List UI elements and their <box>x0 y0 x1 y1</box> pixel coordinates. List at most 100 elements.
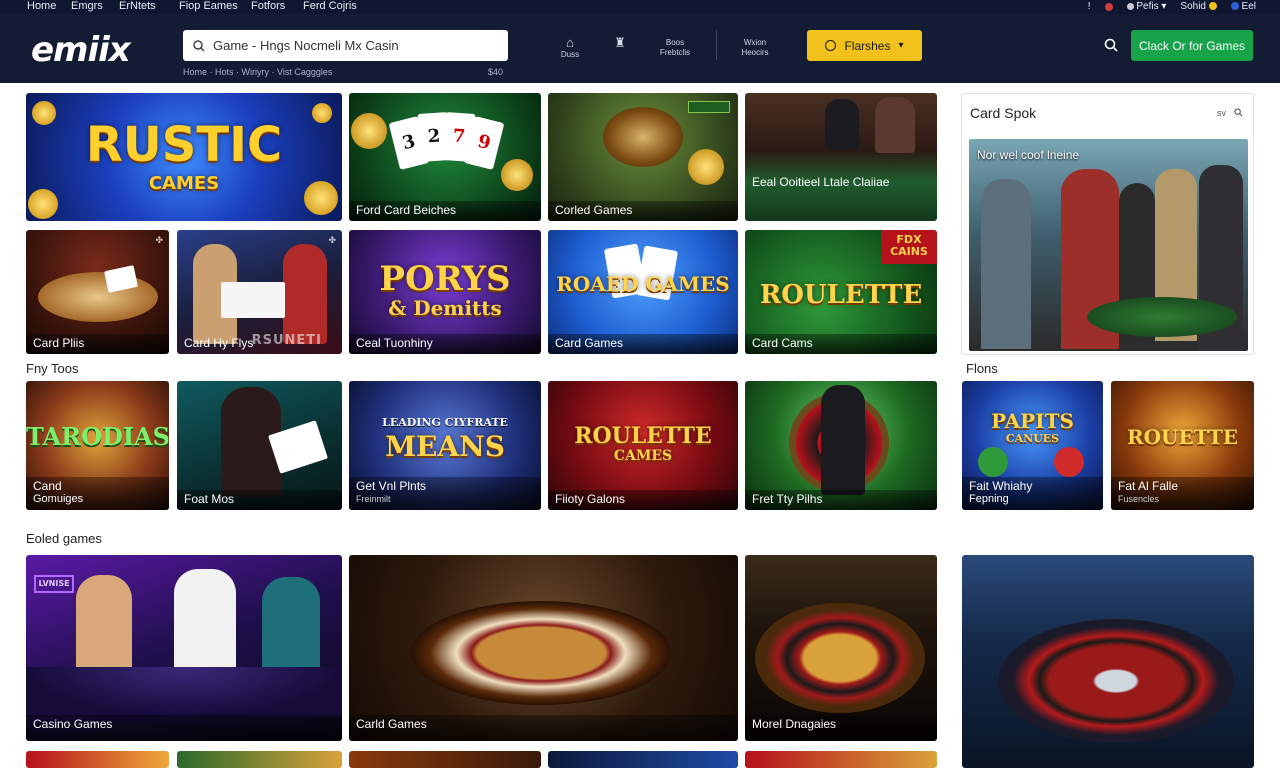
game-tile-rouette[interactable]: ROUETTE Fat Al Falle Fusencles <box>1111 381 1254 510</box>
breadcrumb-count: $40 <box>488 67 504 77</box>
favorite-icon[interactable]: ✤ <box>155 235 163 246</box>
tile-caption: Card Games <box>548 334 738 354</box>
game-tile-roulette-green[interactable]: FDX CAINS ROULETTE Card Cams <box>745 230 937 354</box>
tile-caption: Card Hy Flys <box>184 336 254 350</box>
search-icon <box>193 39 205 52</box>
header-divider <box>716 30 717 60</box>
flag-icon[interactable] <box>1104 2 1113 11</box>
promo-button[interactable]: Flarshes ▾ <box>807 30 922 61</box>
game-tile-rustic[interactable]: RUSTIC CAMES <box>26 93 342 221</box>
tile-caption: Fret Tty Pilhs <box>745 490 937 510</box>
globe-icon <box>1126 2 1134 10</box>
top-link-5[interactable]: Fotfors <box>251 0 303 13</box>
tile-art <box>177 751 342 768</box>
panel-image-caption: Nor wel coof lneine <box>977 148 1080 162</box>
cta-button[interactable]: Clack Or for Games <box>1131 30 1253 61</box>
tile-title: TARODIAS <box>26 422 169 451</box>
panel-title: Card Spok <box>970 105 1037 121</box>
nav-home-label: Duss <box>560 50 580 59</box>
game-tile-tarodias[interactable]: TARODIAS Cand Gomuiges <box>26 381 169 510</box>
game-tile-card-games[interactable]: ROAED GAMES Card Games <box>548 230 738 354</box>
game-tile-live-casino[interactable]: Eeal Ooitieel Ltale Claiiae <box>745 93 937 221</box>
tile-caption: Fait Whiahy Fepning <box>962 477 1103 510</box>
game-tile-corled-games[interactable]: Corled Games <box>548 93 738 221</box>
search-input[interactable] <box>213 38 493 53</box>
tile-caption-sub: Fusencles <box>1118 494 1160 504</box>
tile-caption-text: Fat Al Falle <box>1118 479 1179 493</box>
game-tile-porys-demitts[interactable]: PORYS & Demitts Ceal Tuonhiny <box>349 230 541 354</box>
top-strip: Home Emgrs ErNtets Fiop Eames Fotfors Fe… <box>0 0 1280 14</box>
nav-home[interactable]: ⌂ Duss <box>560 36 580 60</box>
tile-title: ROULETTE <box>574 423 712 449</box>
game-tile-carld-games[interactable]: Carld Games <box>349 555 738 741</box>
nav-bonus[interactable]: Boos Frebtclis <box>652 38 698 58</box>
game-tile-partial-4[interactable] <box>548 751 738 768</box>
top-right-3-label: Sohid <box>1180 1 1206 12</box>
search-icon[interactable] <box>1234 108 1243 117</box>
nav-heroes[interactable]: Wxion Heocirs <box>735 38 775 58</box>
game-tile-fret-tty-pilhs[interactable]: Fret Tty Pilhs <box>745 381 937 510</box>
favorite-icon[interactable]: ✤ <box>328 235 336 246</box>
tile-title: RUSTIC <box>85 117 283 173</box>
badge <box>688 101 730 113</box>
header-search-icon[interactable] <box>1104 38 1118 52</box>
top-right-3[interactable]: Sohid <box>1180 0 1217 13</box>
promo-button-label: Flarshes <box>844 38 891 53</box>
top-link-4[interactable]: Fiop Eames <box>179 0 251 13</box>
chevron-down-icon: ▾ <box>898 40 904 51</box>
coin-icon <box>688 149 724 185</box>
tile-caption: Foat Mos <box>177 490 342 510</box>
tile-title: LEADING CIYFRATE <box>382 416 508 429</box>
tile-caption: Casino Games <box>26 715 342 741</box>
card-shape <box>221 282 285 318</box>
tile-caption-sub: Fepning <box>969 493 1009 505</box>
coin-icon <box>351 113 387 149</box>
game-tile-morel-dnagaies[interactable]: Morel Dnagaies <box>745 555 937 741</box>
section-title-fny-toos: Fny Toos <box>26 361 79 376</box>
card-spok-panel: Card Spok sv Nor wel coof lneine <box>961 93 1254 355</box>
game-tile-card-hy-flys[interactable]: RSUNETI ✤ Card Hy Flys <box>177 230 342 354</box>
game-tile-roulette-cames[interactable]: ROULETTE CAMES Fiioty Galons <box>548 381 738 510</box>
tile-caption-text: Cand <box>33 479 62 493</box>
top-link-6[interactable]: Ferd Cojris <box>303 0 373 13</box>
top-link-home[interactable]: Home <box>27 0 71 13</box>
person-figure <box>821 385 865 495</box>
tile-art <box>349 751 541 768</box>
game-tile-card-pliis[interactable]: ✤ Card Pliis <box>26 230 169 354</box>
top-right-1[interactable]: ! <box>1088 0 1091 13</box>
game-tile-papits[interactable]: PAPITS CANUES Fait Whiahy Fepning <box>962 381 1103 510</box>
game-tile-partial-1[interactable] <box>26 751 169 768</box>
search-box[interactable] <box>183 30 508 61</box>
tile-caption-text: Fait Whiahy <box>969 479 1033 493</box>
tile-subtitle: CAMES <box>148 173 220 194</box>
top-right-4[interactable]: Eel <box>1230 0 1256 13</box>
nav-trophy[interactable]: ♜ <box>610 36 630 50</box>
panel-toggle[interactable]: sv <box>1217 108 1226 118</box>
coin-icon <box>1208 2 1217 11</box>
roulette-wheel <box>603 107 683 167</box>
game-tile-partial-5[interactable] <box>745 751 937 768</box>
tile-caption: Carld Games <box>349 715 738 741</box>
game-tile-leading-means[interactable]: LEADING CIYFRATE MEANS Get Vnl Plnts Frei… <box>349 381 541 510</box>
coin-icon <box>312 103 332 123</box>
game-tile-foat-mos[interactable]: Foat Mos <box>177 381 342 510</box>
tile-caption-sub: Gomuiges <box>33 493 84 505</box>
game-tile-roulette-large[interactable] <box>962 555 1254 768</box>
game-tile-partial-3[interactable] <box>349 751 541 768</box>
panel-image[interactable]: Nor wel coof lneine <box>969 139 1248 351</box>
tile-subtitle: MEANS <box>385 430 505 463</box>
game-tile-partial-2[interactable] <box>177 751 342 768</box>
top-right-2[interactable]: Pefis ▾ <box>1126 0 1166 13</box>
site-logo[interactable]: emiix <box>31 30 131 70</box>
site-header: emiix Home · Hots · Wiriyry · Vist Caggg… <box>0 14 1280 83</box>
tile-caption-text: Get Vnl Plnts <box>356 479 427 493</box>
game-tile-casino-games[interactable]: LVNISE Casino Games <box>26 555 342 741</box>
top-link-3[interactable]: ErNtets <box>119 0 179 13</box>
breadcrumb[interactable]: Home · Hots · Wiriyry · Vist Cagggles <box>183 67 332 77</box>
top-link-2[interactable]: Emgrs <box>71 0 119 13</box>
tile-caption: Ford Card Beiches <box>349 201 541 221</box>
game-tile-card-beiches[interactable]: 3 2 7 9 Ford Card Beiches <box>349 93 541 221</box>
tile-caption: Card Pliis <box>26 334 169 354</box>
tile-title: PAPITS <box>991 409 1074 433</box>
table-shape <box>26 667 342 717</box>
